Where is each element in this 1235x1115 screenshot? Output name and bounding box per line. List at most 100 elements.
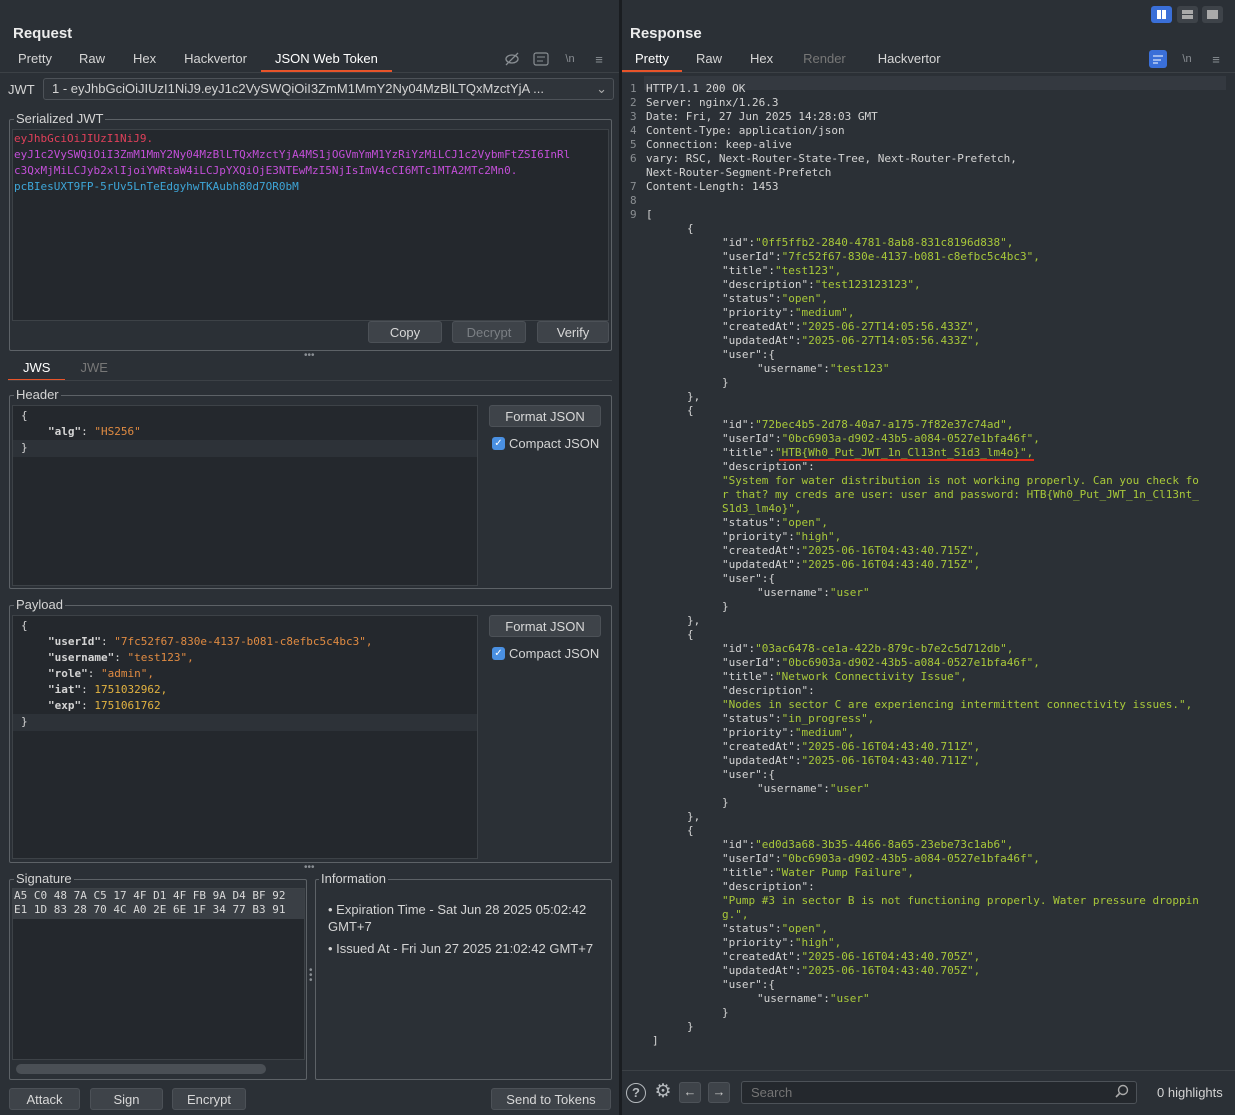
jwt-select[interactable]: 1 - eyJhbGciOiJIUzI1NiJ9.eyJ1c2VySWQiOiI… <box>43 78 614 100</box>
send-to-tokens-button[interactable]: Send to Tokens <box>491 1088 611 1110</box>
header-text: Content-Type: application/json <box>646 124 845 137</box>
header-compact-json-checkbox[interactable]: ✓ <box>492 437 505 450</box>
payload-compact-json-checkbox[interactable]: ✓ <box>492 647 505 660</box>
header-text: Content-Length: 1453 <box>646 180 779 193</box>
json-key: "priority": <box>722 530 795 543</box>
horizontal-scrollbar[interactable] <box>16 1064 266 1074</box>
json-key: "title": <box>722 866 775 879</box>
json-key: "description": <box>722 278 815 291</box>
json-bracket: } <box>687 1020 694 1033</box>
newline-icon[interactable]: \n <box>1178 50 1196 68</box>
json-key: "username": <box>757 992 830 1005</box>
info-issued-at: • Issued At - Fri Jun 27 2025 21:02:42 G… <box>328 941 594 956</box>
json-bracket: }, <box>687 810 701 823</box>
layout-split-icon[interactable] <box>1151 6 1172 23</box>
tab-json-web-token[interactable]: JSON Web Token <box>260 48 392 72</box>
json-line: "id":"03ac6478-ce1a-422b-879c-b7e2c5d712… <box>722 642 1013 656</box>
response-header-line: 3 Date: Fri, 27 Jun 2025 14:28:03 GMT <box>630 110 878 124</box>
json-key: "title": <box>722 264 775 277</box>
json-key: "priority": <box>722 306 795 319</box>
menu-icon[interactable]: ≡ <box>1207 50 1225 68</box>
sign-button[interactable]: Sign <box>90 1088 163 1110</box>
copy-button[interactable]: Copy <box>368 321 442 343</box>
payload-format-json-button[interactable]: Format JSON <box>489 615 601 637</box>
json-bracket: } <box>722 1006 729 1019</box>
tab-raw[interactable]: Raw <box>682 48 736 72</box>
json-line: "status":"open", <box>722 922 828 936</box>
response-panel: Response Pretty Raw Hex Render Hackverto… <box>622 0 1235 1115</box>
tab-hex[interactable]: Hex <box>736 48 787 72</box>
json-value: "2025-06-16T04:43:40.705Z", <box>801 950 981 963</box>
signature-hex-row-2: E1 1D 83 28 70 4C A0 2E 6E 1F 34 77 B3 9… <box>14 903 286 916</box>
json-key: "status": <box>722 922 782 935</box>
json-value: { <box>768 572 775 585</box>
json-value: { <box>768 348 775 361</box>
drag-handle-icon[interactable]: ••• <box>304 862 315 873</box>
search-input[interactable] <box>741 1081 1137 1104</box>
json-value: "2025-06-27T14:05:56.433Z", <box>801 334 981 347</box>
arrow-right-icon[interactable]: → <box>708 1082 730 1103</box>
chevron-down-icon: ⌄ <box>596 81 607 96</box>
wrap-icon[interactable] <box>532 50 550 68</box>
attack-button[interactable]: Attack <box>9 1088 80 1110</box>
json-key: "description": <box>722 684 815 697</box>
json-line: "createdAt":"2025-06-27T14:05:56.433Z", <box>722 320 980 334</box>
json-key: "title": <box>722 446 775 459</box>
menu-icon[interactable]: ≡ <box>590 50 608 68</box>
tab-jws[interactable]: JWS <box>8 357 66 381</box>
tab-hackvertor[interactable]: Hackvertor <box>862 48 957 72</box>
header-alg-value: "HS256" <box>94 425 141 438</box>
encrypt-button[interactable]: Encrypt <box>172 1088 246 1110</box>
json-value: "medium", <box>794 306 855 319</box>
json-bracket: { <box>687 404 694 417</box>
payload-iat-value: 1751032962, <box>94 683 168 696</box>
tab-pretty[interactable]: Pretty <box>5 48 65 72</box>
header-format-json-button[interactable]: Format JSON <box>489 405 601 427</box>
tab-hex[interactable]: Hex <box>119 48 170 72</box>
json-value: S1d3_lm4o}", <box>722 502 802 515</box>
json-line: "updatedAt":"2025-06-16T04:43:40.715Z", <box>722 558 980 572</box>
hide-icon[interactable] <box>503 50 521 68</box>
json-value: "0ff5ffb2-2840-4781-8ab8-831c8196d838", <box>755 236 1014 249</box>
request-title: Request <box>13 25 73 42</box>
json-line: "priority":"high", <box>722 936 841 950</box>
json-value: "2025-06-16T04:43:40.711Z", <box>801 740 981 753</box>
header-editor[interactable]: { "alg": "HS256" } <box>12 405 478 586</box>
response-header-line: 5 Connection: keep-alive <box>630 138 792 152</box>
tab-jwe[interactable]: JWE <box>65 357 122 381</box>
response-header-line: 7 Content-Length: 1453 <box>630 180 778 194</box>
help-icon[interactable]: ? <box>626 1083 646 1103</box>
json-value: "Nodes in sector C are experiencing inte… <box>722 698 1193 711</box>
signature-hex-view[interactable]: A5 C0 48 7A C5 17 4F D1 4F FB 9A D4 BF 9… <box>12 888 305 1060</box>
wrap-icon[interactable] <box>1149 50 1167 68</box>
payload-editor[interactable]: { "userId": "7fc52f67-830e-4137-b081-c8e… <box>12 615 478 859</box>
json-value: "0bc6903a-d902-43b5-a084-0527e1bfa46f", <box>781 852 1040 865</box>
drag-handle-icon[interactable]: ••• <box>309 966 313 986</box>
json-bracket: } <box>722 796 729 809</box>
newline-icon[interactable]: \n <box>561 50 579 68</box>
header-text: Connection: keep-alive <box>646 138 792 151</box>
layout-single-icon[interactable] <box>1202 6 1223 23</box>
json-line: "priority":"medium", <box>722 726 854 740</box>
tab-render[interactable]: Render <box>787 48 862 72</box>
json-line: "username":"test123" <box>757 362 889 376</box>
json-line: "id":"ed0d3a68-3b35-4466-8a65-23ebe73c1a… <box>722 838 1013 852</box>
header-text: HTTP/1.1 200 OK <box>646 82 746 95</box>
verify-button[interactable]: Verify <box>537 321 609 343</box>
json-key: "updatedAt": <box>722 558 802 571</box>
tab-raw[interactable]: Raw <box>65 48 119 72</box>
arrow-left-icon[interactable]: ← <box>679 1082 701 1103</box>
response-body[interactable]: 1 HTTP/1.1 200 OK 2 Server: nginx/1.26.3 3 Da… <box>622 76 1235 1066</box>
serialized-jwt-text[interactable]: eyJhbGciOiJIUzI1NiJ9. eyJ1c2VySWQiOiI3Zm… <box>12 129 609 321</box>
json-line: ] <box>652 1034 659 1048</box>
gear-icon[interactable]: ⚙ <box>653 1082 673 1102</box>
json-key: "updatedAt": <box>722 754 802 767</box>
decrypt-button[interactable]: Decrypt <box>452 321 526 343</box>
drag-handle-icon[interactable]: ••• <box>304 350 315 361</box>
json-value: "ed0d3a68-3b35-4466-8a65-23ebe73c1ab6", <box>755 838 1014 851</box>
json-key: "user": <box>722 348 769 361</box>
layout-stack-icon[interactable] <box>1177 6 1198 23</box>
tab-pretty[interactable]: Pretty <box>622 48 682 72</box>
jwt-header-part: eyJhbGciOiJIUzI1NiJ9. <box>14 132 154 145</box>
tab-hackvertor[interactable]: Hackvertor <box>170 48 261 72</box>
